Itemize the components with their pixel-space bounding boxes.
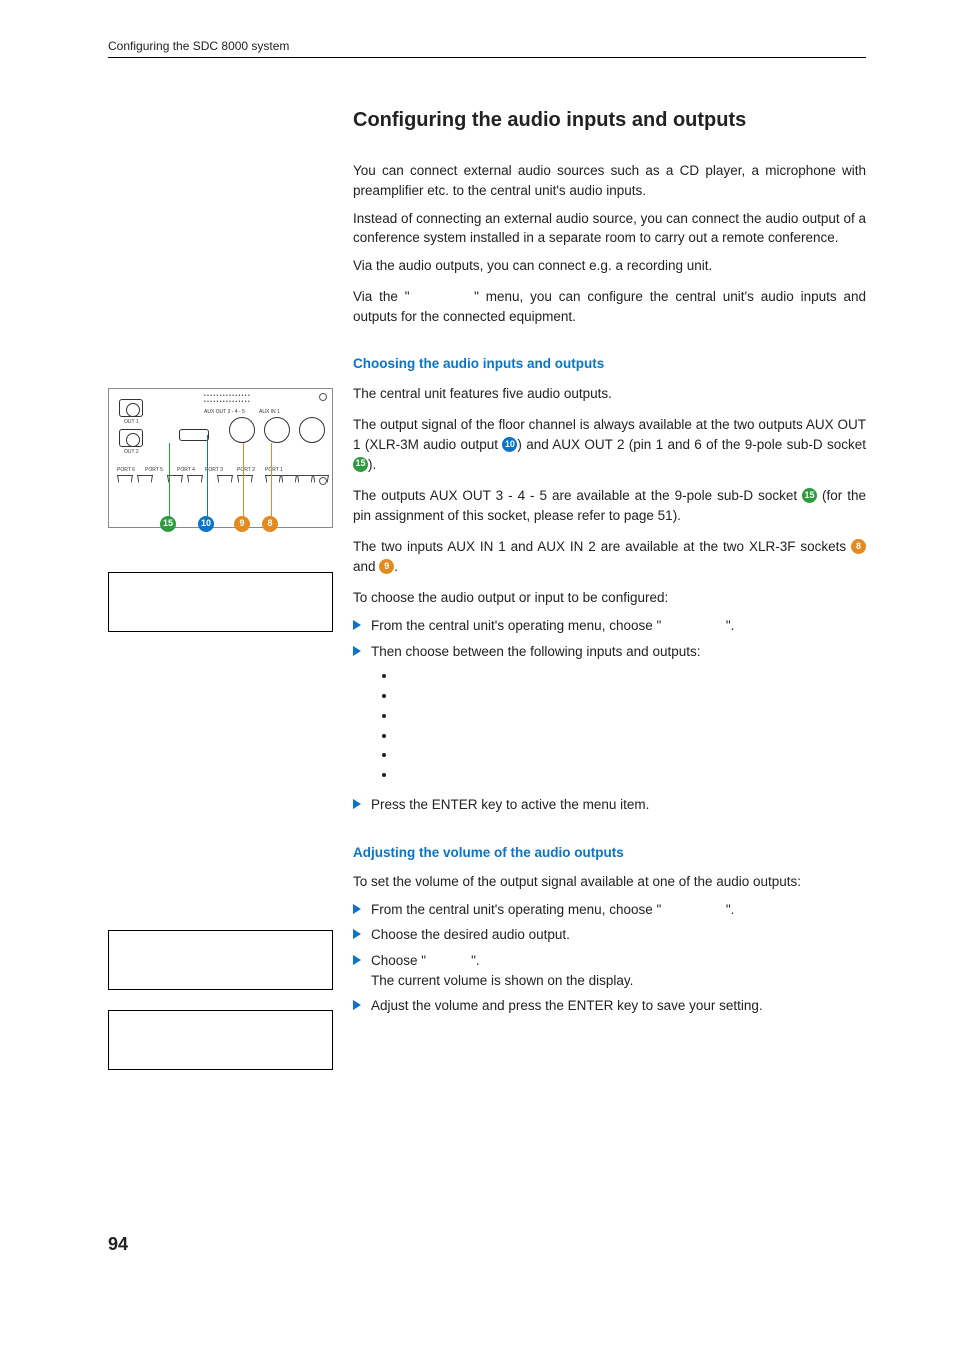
step-arrow-icon — [353, 646, 361, 656]
s1-p1: The central unit features five audio out… — [353, 384, 866, 404]
s2-step3: Choose "Volume". The current volume is s… — [353, 951, 866, 990]
intro-p1: You can connect external audio sources s… — [353, 161, 866, 200]
diagram-callout-15: 15 — [160, 516, 176, 532]
s1-p5: To choose the audio output or input to b… — [353, 588, 866, 608]
callout-10-icon: 10 — [502, 437, 517, 452]
subhead-adjusting: Adjusting the volume of the audio output… — [353, 843, 866, 863]
subhead-choosing: Choosing the audio inputs and outputs — [353, 354, 866, 374]
running-header: Configuring the SDC 8000 system — [108, 38, 866, 58]
step-arrow-icon — [353, 929, 361, 939]
list-item — [397, 707, 866, 726]
s2-p1: To set the volume of the output signal a… — [353, 872, 866, 892]
list-item — [397, 727, 866, 746]
main-content: Configuring the audio inputs and outputs… — [353, 106, 866, 1015]
list-item — [397, 746, 866, 765]
list-item — [397, 667, 866, 686]
diagram-callout-10: 10 — [198, 516, 214, 532]
intro-p4: Via the "Aux-In/Out" menu, you can confi… — [353, 287, 866, 326]
step-arrow-icon — [353, 955, 361, 965]
rear-panel-diagram: • • • • • • • • • • • • • • • • • • • • … — [108, 388, 333, 528]
s1-step3: Press the ENTER key to active the menu i… — [353, 795, 866, 815]
callout-8-icon: 8 — [851, 539, 866, 554]
running-header-text: Configuring the SDC 8000 system — [108, 39, 289, 53]
s2-step4: Adjust the volume and press the ENTER ke… — [353, 996, 866, 1016]
list-item — [397, 766, 866, 785]
page-number: 94 — [108, 1231, 128, 1257]
panel-illustration: • • • • • • • • • • • • • • • • • • • • … — [108, 388, 333, 528]
s1-step2: Then choose between the following inputs… — [353, 642, 866, 662]
display-box-1 — [108, 572, 333, 632]
s2-step1: From the central unit's operating menu, … — [353, 900, 866, 920]
section-title: Configuring the audio inputs and outputs — [353, 106, 866, 135]
s1-p4: The two inputs AUX IN 1 and AUX IN 2 are… — [353, 537, 866, 576]
callout-9-icon: 9 — [379, 559, 394, 574]
step-arrow-icon — [353, 904, 361, 914]
diagram-callout-8: 8 — [262, 516, 278, 532]
s1-p3: The outputs AUX OUT 3 - 4 - 5 are availa… — [353, 486, 866, 525]
callout-15-icon: 15 — [353, 457, 368, 472]
callout-15b-icon: 15 — [802, 488, 817, 503]
diagram-callout-9: 9 — [234, 516, 250, 532]
intro-p3: Via the audio outputs, you can connect e… — [353, 256, 866, 276]
display-box-2 — [108, 930, 333, 990]
s1-p2: The output signal of the floor channel i… — [353, 415, 866, 474]
step-arrow-icon — [353, 620, 361, 630]
step-arrow-icon — [353, 799, 361, 809]
step-arrow-icon — [353, 1000, 361, 1010]
display-box-3 — [108, 1010, 333, 1070]
s2-step2: Choose the desired audio output. — [353, 925, 866, 945]
intro-p2: Instead of connecting an external audio … — [353, 209, 866, 248]
io-bullet-list — [397, 667, 866, 785]
s1-step1: From the central unit's operating menu, … — [353, 616, 866, 636]
list-item — [397, 687, 866, 706]
